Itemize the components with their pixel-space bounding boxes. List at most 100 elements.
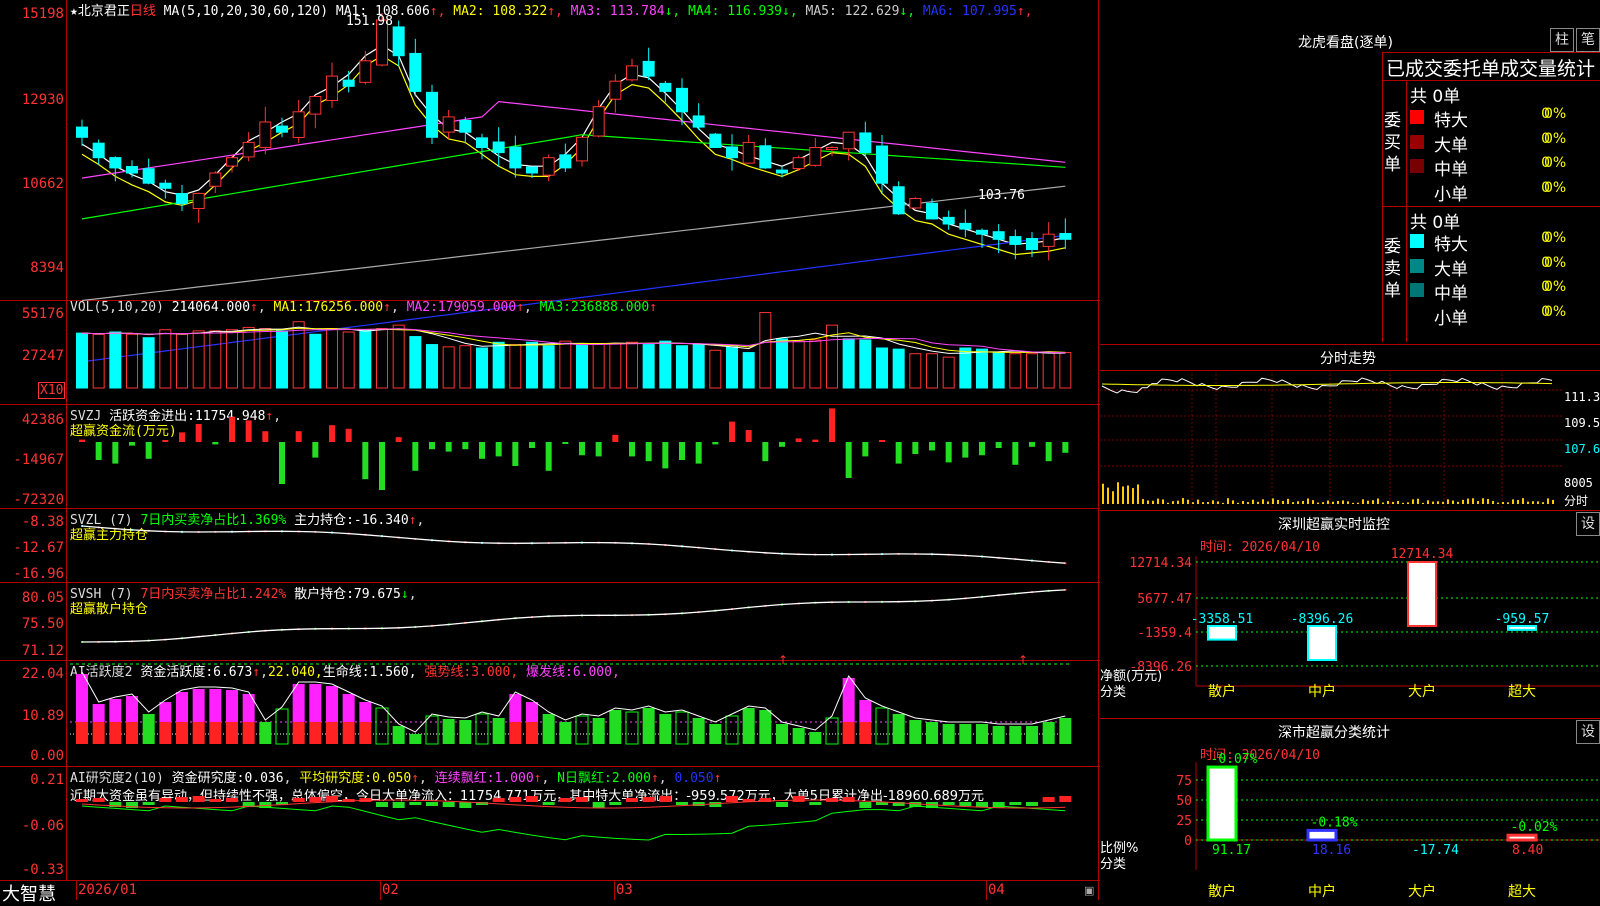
svzj-bar — [812, 439, 819, 442]
ai1-ytick: 0.00 — [30, 748, 64, 764]
fenshi-tick: 分时 — [1564, 494, 1589, 508]
volume-bar — [992, 352, 1005, 389]
candle-body — [192, 192, 205, 210]
fenshi-vol — [1362, 499, 1364, 504]
ai1-bar — [776, 724, 788, 744]
fenshi-vol — [1482, 498, 1484, 504]
fenshi-vol — [1332, 501, 1334, 504]
svzj-bar — [612, 434, 619, 442]
ai2-bar — [376, 802, 388, 807]
volume-bar — [976, 348, 988, 389]
main-chart-area[interactable]: ★北京君正日线 MA(5,10,20,30,60,120) MA1: 108.6… — [0, 0, 1100, 900]
volume-bar — [742, 352, 755, 389]
svzj-chart[interactable] — [70, 404, 1096, 508]
ai2-ytick: 0.21 — [30, 772, 64, 788]
ss-title: 深市超赢分类统计 — [1278, 725, 1390, 741]
ai1-bar-top — [159, 702, 172, 722]
vol-ma-line — [81, 327, 1066, 353]
candle-body — [392, 26, 405, 57]
ss-top-label: -0.18% — [1311, 815, 1358, 830]
ai2-bar — [542, 802, 555, 805]
high-label: 151.98 — [346, 14, 393, 29]
candle-body — [1042, 233, 1055, 247]
ai1-bar-base — [92, 722, 105, 744]
fenshi-vol — [1397, 501, 1399, 504]
ss-bar — [1206, 765, 1238, 842]
fenshi-vol — [1247, 502, 1249, 504]
ss-value-label: -17.74 — [1412, 843, 1459, 858]
candle-body — [726, 146, 738, 159]
svzj-bar — [762, 442, 769, 462]
candlestick-chart[interactable] — [70, 0, 1096, 363]
candle-body — [559, 154, 572, 169]
ai1-bar — [942, 724, 955, 744]
sz-ylabel: 净额(万元) — [1100, 669, 1162, 684]
ai1-bar-top — [126, 696, 138, 722]
candle-body — [492, 141, 505, 154]
fenshi-tick: 107.6 — [1564, 442, 1600, 456]
ai1-bar — [259, 722, 272, 744]
ai2-bar — [976, 802, 988, 807]
volume-bar — [176, 333, 188, 389]
ai2-bar — [159, 798, 172, 802]
sz-netflow-chart[interactable]: 12714.34 5677.47 -1359.4 -8396.26 -3358.51 散户… — [1100, 547, 1600, 716]
fenshi-vol — [1152, 500, 1154, 504]
fenshi-vol — [1392, 501, 1394, 504]
fenshi-vol — [1257, 501, 1259, 504]
svzj-bar — [545, 442, 552, 471]
volume-chart[interactable] — [70, 300, 1096, 404]
volume-bar — [76, 332, 88, 389]
ai2-bar — [776, 802, 788, 807]
fenshi-title: 分时走势 — [1320, 351, 1376, 367]
fenshi-vol — [1252, 499, 1254, 504]
svzj-ytick: 42386 — [21, 412, 64, 428]
ai1-bar-top — [526, 702, 538, 722]
candle-body — [909, 197, 922, 209]
ss-ratio-chart[interactable]: 75 50 25 0 -0.07% 91.17 散户 -0.18% 18.16 中户 -17.74 大… — [1100, 752, 1600, 900]
ai2-bar — [609, 802, 622, 805]
ai-activity-chart[interactable]: ↑ ↑ — [70, 653, 1096, 766]
fenshi-vol — [1207, 501, 1209, 504]
swatch-buy — [1410, 183, 1424, 198]
volume-bar — [792, 340, 805, 389]
fenshi-vol — [1412, 499, 1414, 504]
ai1-bar — [592, 718, 605, 744]
ai1-bar — [492, 718, 505, 744]
row-name: 特大 — [1434, 111, 1468, 131]
x-date: 02 — [382, 882, 399, 898]
price-ytick: 15198 — [21, 6, 64, 22]
low-label: 103.76 — [978, 188, 1025, 203]
svzj-bar — [362, 442, 369, 480]
row-p: 0% — [1544, 179, 1567, 196]
ss-category: 超大 — [1508, 884, 1536, 900]
ai1-bar — [442, 719, 455, 744]
row-p: 0% — [1544, 130, 1567, 147]
svzl-chart[interactable] — [70, 508, 1096, 582]
tick-mode-button[interactable]: 笔 — [1576, 28, 1600, 52]
volume-bar — [442, 346, 455, 389]
swatch-buy — [1410, 159, 1424, 173]
svzj-bar — [1045, 442, 1052, 462]
ai2-bar — [1042, 797, 1055, 802]
fenshi-vol — [1147, 500, 1149, 504]
candle-body — [92, 142, 105, 159]
price-ytick: 12930 — [21, 92, 64, 108]
ai2-bar — [576, 797, 588, 802]
x-date: 2026/01 — [78, 882, 138, 898]
candle-body — [926, 202, 938, 220]
svsh-chart[interactable] — [70, 582, 1096, 660]
ss-settings-button[interactable]: 设 — [1576, 720, 1600, 744]
ai2-bar — [626, 798, 638, 802]
sz-settings-button[interactable]: 设 — [1576, 512, 1600, 536]
volume-bar — [376, 328, 388, 389]
svzj-bar — [929, 442, 935, 451]
fenshi-vol — [1122, 486, 1124, 504]
ai2-bar — [442, 802, 455, 807]
ai-research-chart[interactable] — [70, 766, 1096, 880]
intraday-chart[interactable] — [1100, 370, 1562, 508]
svzj-bar — [995, 442, 1002, 448]
ai1-bar-top — [842, 678, 855, 722]
fenshi-vol — [1377, 498, 1379, 504]
svzj-bar — [529, 442, 535, 448]
bar-mode-button[interactable]: 柱 — [1550, 28, 1574, 52]
